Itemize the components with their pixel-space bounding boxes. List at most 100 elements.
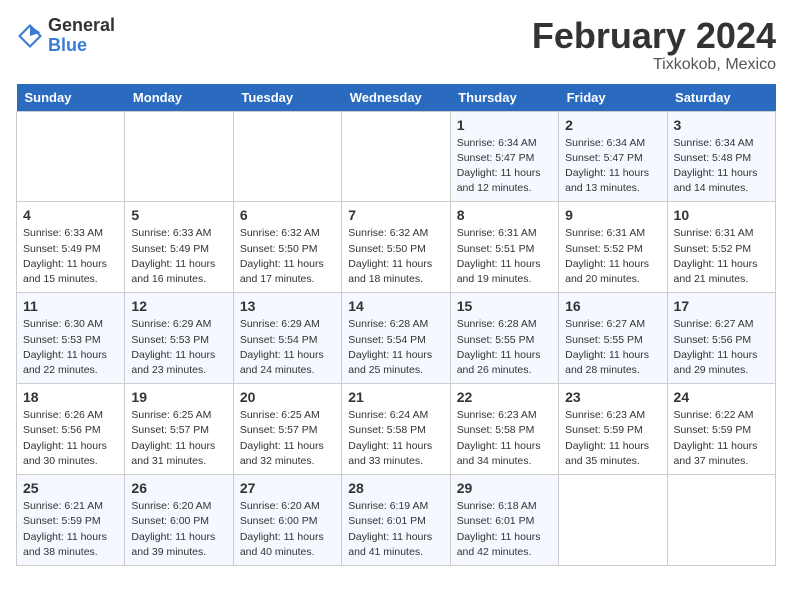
day-info: Sunrise: 6:32 AMSunset: 5:50 PMDaylight:… — [348, 226, 443, 287]
day-info: Sunrise: 6:30 AMSunset: 5:53 PMDaylight:… — [23, 317, 118, 378]
day-number: 11 — [23, 298, 118, 314]
day-number: 27 — [240, 480, 335, 496]
day-info: Sunrise: 6:27 AMSunset: 5:56 PMDaylight:… — [674, 317, 769, 378]
day-cell: 10 Sunrise: 6:31 AMSunset: 5:52 PMDayligh… — [667, 202, 775, 293]
day-number: 5 — [131, 207, 226, 223]
day-number: 3 — [674, 117, 769, 133]
day-cell: 25 Sunrise: 6:21 AMSunset: 5:59 PMDayligh… — [17, 475, 125, 566]
day-cell: 26 Sunrise: 6:20 AMSunset: 6:00 PMDayligh… — [125, 475, 233, 566]
day-cell: 19 Sunrise: 6:25 AMSunset: 5:57 PMDayligh… — [125, 384, 233, 475]
header-saturday: Saturday — [667, 84, 775, 112]
day-cell: 5 Sunrise: 6:33 AMSunset: 5:49 PMDaylight… — [125, 202, 233, 293]
day-number: 25 — [23, 480, 118, 496]
day-info: Sunrise: 6:26 AMSunset: 5:56 PMDaylight:… — [23, 408, 118, 469]
day-cell: 22 Sunrise: 6:23 AMSunset: 5:58 PMDayligh… — [450, 384, 558, 475]
day-number: 6 — [240, 207, 335, 223]
day-cell: 16 Sunrise: 6:27 AMSunset: 5:55 PMDayligh… — [559, 293, 667, 384]
day-info: Sunrise: 6:32 AMSunset: 5:50 PMDaylight:… — [240, 226, 335, 287]
day-number: 22 — [457, 389, 552, 405]
week-row-3: 11 Sunrise: 6:30 AMSunset: 5:53 PMDayligh… — [17, 293, 776, 384]
day-cell — [559, 475, 667, 566]
logo: General Blue — [16, 16, 115, 56]
day-number: 13 — [240, 298, 335, 314]
day-cell: 17Sunrise: 6:27 AMSunset: 5:56 PMDayligh… — [667, 293, 775, 384]
day-cell: 2Sunrise: 6:34 AMSunset: 5:47 PMDaylight… — [559, 111, 667, 202]
day-info: Sunrise: 6:28 AMSunset: 5:55 PMDaylight:… — [457, 317, 552, 378]
day-info: Sunrise: 6:23 AMSunset: 5:59 PMDaylight:… — [565, 408, 660, 469]
logo-icon — [16, 22, 44, 50]
day-number: 8 — [457, 207, 552, 223]
month-title: February 2024 — [532, 16, 776, 56]
day-cell: 14 Sunrise: 6:28 AMSunset: 5:54 PMDayligh… — [342, 293, 450, 384]
day-info: Sunrise: 6:25 AMSunset: 5:57 PMDaylight:… — [240, 408, 335, 469]
day-number: 28 — [348, 480, 443, 496]
location-subtitle: Tixkokob, Mexico — [532, 56, 776, 74]
day-cell: 4Sunrise: 6:33 AMSunset: 5:49 PMDaylight… — [17, 202, 125, 293]
day-cell: 1Sunrise: 6:34 AMSunset: 5:47 PMDaylight… — [450, 111, 558, 202]
calendar-body: 1Sunrise: 6:34 AMSunset: 5:47 PMDaylight… — [17, 111, 776, 565]
day-info: Sunrise: 6:31 AMSunset: 5:51 PMDaylight:… — [457, 226, 552, 287]
week-row-5: 25 Sunrise: 6:21 AMSunset: 5:59 PMDayligh… — [17, 475, 776, 566]
header-row: SundayMondayTuesdayWednesdayThursdayFrid… — [17, 84, 776, 112]
day-cell: 12Sunrise: 6:29 AMSunset: 5:53 PMDayligh… — [125, 293, 233, 384]
day-cell: 9Sunrise: 6:31 AMSunset: 5:52 PMDaylight… — [559, 202, 667, 293]
day-info: Sunrise: 6:25 AMSunset: 5:57 PMDaylight:… — [131, 408, 226, 469]
day-cell: 24Sunrise: 6:22 AMSunset: 5:59 PMDayligh… — [667, 384, 775, 475]
header-tuesday: Tuesday — [233, 84, 341, 112]
day-cell: 15Sunrise: 6:28 AMSunset: 5:55 PMDayligh… — [450, 293, 558, 384]
day-info: Sunrise: 6:29 AMSunset: 5:53 PMDaylight:… — [131, 317, 226, 378]
day-number: 23 — [565, 389, 660, 405]
day-cell: 7 Sunrise: 6:32 AMSunset: 5:50 PMDaylight… — [342, 202, 450, 293]
day-cell: 28Sunrise: 6:19 AMSunset: 6:01 PMDayligh… — [342, 475, 450, 566]
day-info: Sunrise: 6:20 AMSunset: 6:00 PMDaylight:… — [240, 499, 335, 560]
day-info: Sunrise: 6:34 AMSunset: 5:47 PMDaylight:… — [565, 136, 660, 197]
day-number: 20 — [240, 389, 335, 405]
day-cell — [17, 111, 125, 202]
header-thursday: Thursday — [450, 84, 558, 112]
day-number: 26 — [131, 480, 226, 496]
day-cell — [342, 111, 450, 202]
day-cell: 21 Sunrise: 6:24 AMSunset: 5:58 PMDayligh… — [342, 384, 450, 475]
day-cell — [233, 111, 341, 202]
day-cell: 27 Sunrise: 6:20 AMSunset: 6:00 PMDayligh… — [233, 475, 341, 566]
day-number: 18 — [23, 389, 118, 405]
day-info: Sunrise: 6:34 AMSunset: 5:48 PMDaylight:… — [674, 136, 769, 197]
day-number: 16 — [565, 298, 660, 314]
page-header: General Blue February 2024 Tixkokob, Mex… — [16, 16, 776, 74]
day-info: Sunrise: 6:28 AMSunset: 5:54 PMDaylight:… — [348, 317, 443, 378]
day-number: 9 — [565, 207, 660, 223]
day-info: Sunrise: 6:33 AMSunset: 5:49 PMDaylight:… — [131, 226, 226, 287]
day-info: Sunrise: 6:21 AMSunset: 5:59 PMDaylight:… — [23, 499, 118, 560]
day-cell: 23 Sunrise: 6:23 AMSunset: 5:59 PMDayligh… — [559, 384, 667, 475]
day-info: Sunrise: 6:29 AMSunset: 5:54 PMDaylight:… — [240, 317, 335, 378]
day-info: Sunrise: 6:22 AMSunset: 5:59 PMDaylight:… — [674, 408, 769, 469]
day-cell — [125, 111, 233, 202]
day-info: Sunrise: 6:18 AMSunset: 6:01 PMDaylight:… — [457, 499, 552, 560]
header-wednesday: Wednesday — [342, 84, 450, 112]
day-cell: 13 Sunrise: 6:29 AMSunset: 5:54 PMDayligh… — [233, 293, 341, 384]
day-info: Sunrise: 6:24 AMSunset: 5:58 PMDaylight:… — [348, 408, 443, 469]
day-number: 29 — [457, 480, 552, 496]
calendar-table: SundayMondayTuesdayWednesdayThursdayFrid… — [16, 84, 776, 566]
day-number: 10 — [674, 207, 769, 223]
day-info: Sunrise: 6:23 AMSunset: 5:58 PMDaylight:… — [457, 408, 552, 469]
day-info: Sunrise: 6:20 AMSunset: 6:00 PMDaylight:… — [131, 499, 226, 560]
day-number: 21 — [348, 389, 443, 405]
header-sunday: Sunday — [17, 84, 125, 112]
day-number: 19 — [131, 389, 226, 405]
header-friday: Friday — [559, 84, 667, 112]
day-cell — [667, 475, 775, 566]
day-cell: 20 Sunrise: 6:25 AMSunset: 5:57 PMDayligh… — [233, 384, 341, 475]
day-number: 14 — [348, 298, 443, 314]
day-cell: 8 Sunrise: 6:31 AMSunset: 5:51 PMDaylight… — [450, 202, 558, 293]
logo-blue-text: Blue — [48, 36, 115, 56]
day-number: 7 — [348, 207, 443, 223]
day-cell: 11 Sunrise: 6:30 AMSunset: 5:53 PMDayligh… — [17, 293, 125, 384]
day-info: Sunrise: 6:31 AMSunset: 5:52 PMDaylight:… — [674, 226, 769, 287]
day-info: Sunrise: 6:34 AMSunset: 5:47 PMDaylight:… — [457, 136, 552, 197]
day-cell: 29 Sunrise: 6:18 AMSunset: 6:01 PMDayligh… — [450, 475, 558, 566]
week-row-4: 18 Sunrise: 6:26 AMSunset: 5:56 PMDayligh… — [17, 384, 776, 475]
logo-general-text: General — [48, 16, 115, 36]
week-row-1: 1Sunrise: 6:34 AMSunset: 5:47 PMDaylight… — [17, 111, 776, 202]
day-info: Sunrise: 6:27 AMSunset: 5:55 PMDaylight:… — [565, 317, 660, 378]
